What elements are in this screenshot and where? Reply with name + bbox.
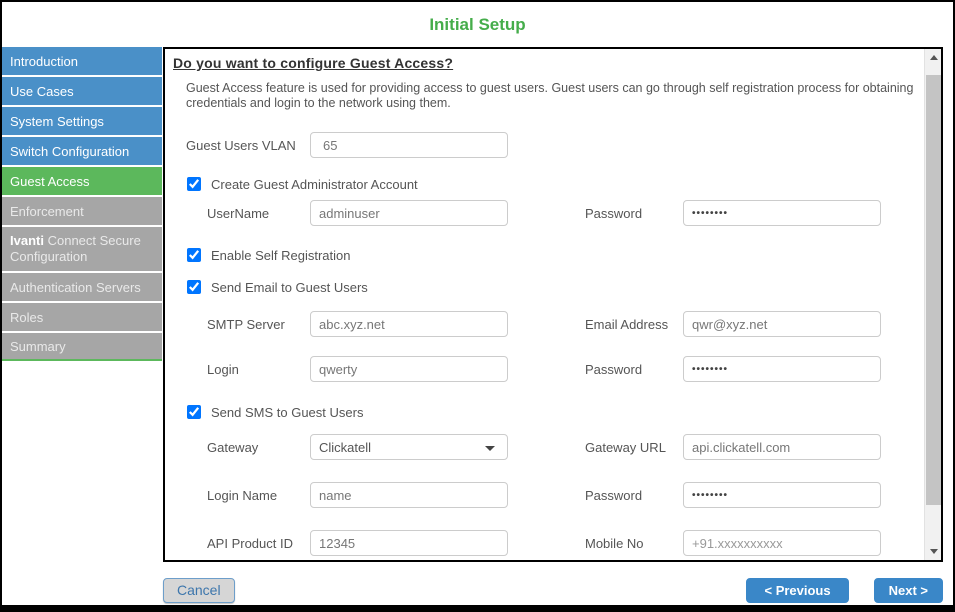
- sidebar-item-label: Summary: [10, 338, 66, 354]
- sidebar-item-label: Guest Access: [10, 173, 90, 189]
- sidebar-item-label: Use Cases: [10, 83, 74, 99]
- gateway-url-label: Gateway URL: [585, 439, 666, 455]
- vertical-scrollbar[interactable]: [924, 49, 941, 560]
- cancel-button[interactable]: Cancel: [163, 577, 235, 603]
- sidebar-item-label: System Settings: [10, 113, 104, 129]
- smtp-login-label: Login: [207, 361, 239, 377]
- sidebar-item-label: Ivanti Connect Secure: [10, 233, 141, 248]
- sidebar-item-label: Introduction: [10, 53, 78, 69]
- send-sms-row: Send SMS to Guest Users: [187, 403, 924, 421]
- smtp-server-input[interactable]: [310, 311, 508, 337]
- sidebar-item-label: Configuration: [10, 249, 88, 264]
- scrollbar-thumb[interactable]: [926, 75, 941, 505]
- panel-description: Guest Access feature is used for providi…: [186, 81, 914, 110]
- page-title: Initial Setup: [429, 14, 526, 34]
- username-input[interactable]: [310, 200, 508, 226]
- send-sms-label: Send SMS to Guest Users: [211, 404, 364, 420]
- admin-credentials-row: UserName Password: [207, 199, 924, 227]
- chevron-down-icon: [485, 446, 495, 451]
- sms-login-row: Login Name Password: [207, 481, 924, 509]
- footer-buttons: Cancel < Previous Next >: [163, 577, 943, 603]
- username-label: UserName: [207, 205, 270, 221]
- initial-setup-window: Initial Setup Introduction Use Cases Sys…: [0, 0, 955, 612]
- sidebar-item-roles[interactable]: Roles: [2, 303, 162, 331]
- email-address-input[interactable]: [683, 311, 881, 337]
- gateway-url-input[interactable]: [683, 434, 881, 460]
- sidebar-item-label: Switch Configuration: [10, 143, 130, 159]
- panel-heading: Do you want to configure Guest Access?: [173, 55, 454, 71]
- gateway-label: Gateway: [207, 439, 259, 455]
- vlan-row: Guest Users VLAN: [186, 131, 924, 159]
- smtp-login-input[interactable]: [310, 356, 508, 382]
- mobile-no-label: Mobile No: [585, 535, 644, 551]
- gateway-row: Gateway Clickatell Gateway URL: [207, 433, 924, 461]
- self-registration-label: Enable Self Registration: [211, 247, 351, 263]
- admin-password-label: Password: [585, 205, 643, 221]
- sidebar-item-introduction[interactable]: Introduction: [2, 47, 162, 75]
- smtp-password-input[interactable]: [683, 356, 881, 382]
- sidebar-item-switch-configuration[interactable]: Switch Configuration: [2, 137, 162, 165]
- mobile-no-input[interactable]: [683, 530, 881, 556]
- sidebar-item-authentication-servers[interactable]: Authentication Servers: [2, 273, 162, 301]
- guest-access-panel: Do you want to configure Guest Access? G…: [163, 47, 943, 562]
- scroll-up-icon: [929, 55, 938, 60]
- smtp-login-row: Login Password: [207, 355, 924, 383]
- api-product-id-input[interactable]: [310, 530, 508, 556]
- create-admin-checkbox[interactable]: [187, 177, 201, 191]
- email-address-label: Email Address: [585, 316, 669, 332]
- guest-users-vlan-label: Guest Users VLAN: [186, 137, 296, 153]
- sidebar-item-label: Authentication Servers: [10, 279, 141, 295]
- send-email-checkbox[interactable]: [187, 280, 201, 294]
- previous-button[interactable]: < Previous: [746, 577, 849, 603]
- titlebar: Initial Setup: [2, 2, 953, 47]
- create-admin-label: Create Guest Administrator Account: [211, 176, 418, 192]
- gateway-selected-value: Clickatell: [319, 439, 372, 455]
- sidebar-item-label: Roles: [10, 309, 44, 325]
- sidebar-item-label: Enforcement: [10, 203, 84, 219]
- admin-password-input[interactable]: [683, 200, 881, 226]
- self-registration-checkbox[interactable]: [187, 248, 201, 262]
- send-sms-checkbox[interactable]: [187, 405, 201, 419]
- sidebar-item-system-settings[interactable]: System Settings: [2, 107, 162, 135]
- panel-content: Do you want to configure Guest Access? G…: [165, 49, 924, 560]
- create-admin-row: Create Guest Administrator Account: [187, 175, 924, 193]
- next-button[interactable]: Next >: [873, 577, 943, 603]
- sidebar-item-guest-access[interactable]: Guest Access: [2, 167, 162, 195]
- sidebar-item-enforcement[interactable]: Enforcement: [2, 197, 162, 225]
- scroll-down-button[interactable]: [925, 543, 941, 560]
- sidebar-item-ivanti-connect-secure-configuration[interactable]: Ivanti Connect Secure Configuration: [2, 227, 162, 271]
- sidebar-item-use-cases[interactable]: Use Cases: [2, 77, 162, 105]
- guest-users-vlan-input[interactable]: [310, 132, 508, 158]
- smtp-password-label: Password: [585, 361, 643, 377]
- sms-password-input[interactable]: [683, 482, 881, 508]
- sms-login-name-label: Login Name: [207, 487, 278, 503]
- send-email-row: Send Email to Guest Users: [187, 278, 924, 296]
- send-email-label: Send Email to Guest Users: [211, 279, 368, 295]
- scroll-down-icon: [929, 549, 938, 554]
- gateway-select[interactable]: Clickatell: [310, 434, 508, 460]
- sms-login-name-input[interactable]: [310, 482, 508, 508]
- sms-password-label: Password: [585, 487, 643, 503]
- self-registration-row: Enable Self Registration: [187, 246, 924, 264]
- scroll-up-button[interactable]: [925, 49, 941, 66]
- wizard-steps-sidebar: Introduction Use Cases System Settings S…: [2, 47, 162, 361]
- sidebar-item-summary[interactable]: Summary: [2, 333, 162, 361]
- api-product-row: API Product ID Mobile No: [207, 529, 924, 557]
- smtp-row: SMTP Server Email Address: [207, 310, 924, 338]
- smtp-server-label: SMTP Server: [207, 316, 285, 332]
- api-product-id-label: API Product ID: [207, 535, 293, 551]
